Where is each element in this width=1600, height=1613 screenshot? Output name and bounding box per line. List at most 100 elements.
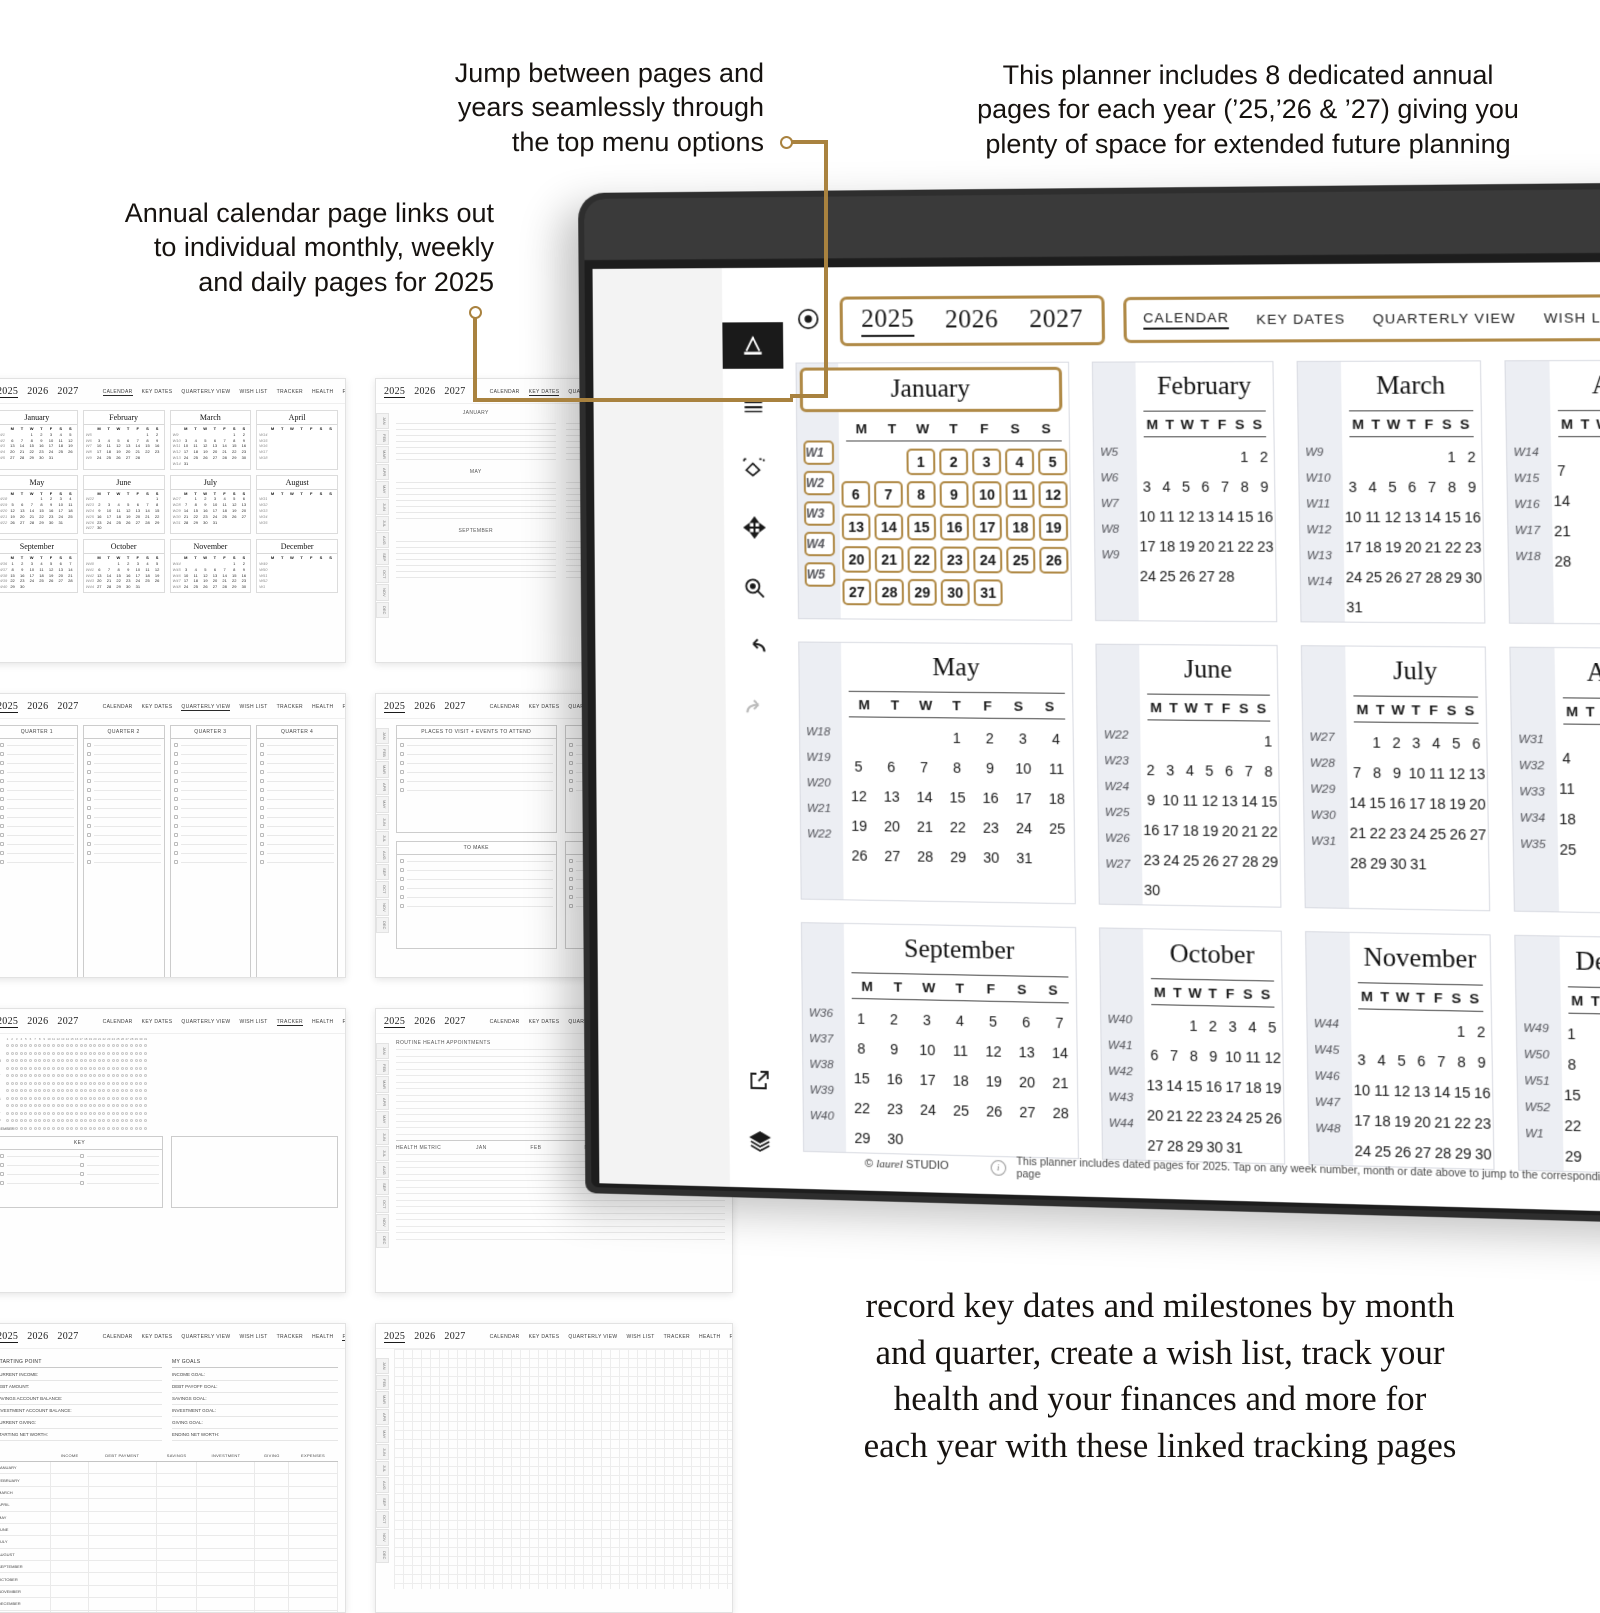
zoom-tool-icon[interactable] <box>732 565 779 612</box>
date-cell[interactable]: 21 <box>1165 1100 1185 1131</box>
finance-cell[interactable] <box>88 1523 157 1537</box>
week-number-W46[interactable]: W46 <box>1308 1063 1352 1090</box>
tracker-dot[interactable] <box>61 1089 65 1092</box>
finance-cell[interactable] <box>196 1486 256 1500</box>
date-cell[interactable]: 14 <box>1347 787 1367 817</box>
week-number-W4[interactable]: W4 <box>798 529 840 560</box>
month-tab-aug[interactable]: AUG <box>376 531 389 549</box>
week-number-W10[interactable]: W10 <box>1299 465 1343 491</box>
tracker-dot[interactable] <box>6 1074 9 1077</box>
week-number-W47[interactable]: W47 <box>1308 1089 1352 1116</box>
finance-cell[interactable] <box>196 1548 256 1562</box>
checkbox-icon[interactable] <box>173 824 178 828</box>
redo-tool-icon[interactable] <box>733 687 780 734</box>
checkbox-icon[interactable] <box>0 815 4 819</box>
checkbox-icon[interactable] <box>260 743 265 747</box>
tracker-dot[interactable] <box>65 1066 69 1070</box>
month-card-december[interactable]: W49W50W51W52W1DecemberMTWTFSS18152229 <box>1514 934 1600 1176</box>
eraser-tool-icon[interactable] <box>730 444 777 491</box>
date-cell[interactable]: 21 <box>1423 532 1443 562</box>
thumb3-menu-calendar[interactable]: CALENDAR <box>103 704 133 711</box>
date-cell[interactable]: 10 <box>1161 785 1181 815</box>
date-cell[interactable]: 29 <box>846 1122 879 1153</box>
date-cell[interactable]: 1 <box>904 446 937 479</box>
date-cell[interactable]: 31 <box>1008 842 1042 872</box>
date-cell[interactable]: 11 <box>1372 1075 1392 1106</box>
date-cell[interactable]: 14 <box>1164 1070 1184 1101</box>
month-card-july[interactable]: W27 W28 W29 W30 W31 July M T W T F S S 1 2 3 4 5 6 7 8 9 10 11 1… <box>1300 645 1491 912</box>
date-cell[interactable]: 11 <box>1243 1041 1263 1072</box>
date-cell[interactable]: 16 <box>1204 1071 1224 1102</box>
tracker-dot[interactable] <box>116 1051 120 1055</box>
week-number-W11[interactable]: W11 <box>1300 491 1344 517</box>
tracker-dot[interactable] <box>125 1096 129 1100</box>
month-tab-jan[interactable]: JAN <box>376 728 389 744</box>
thumb-menu-tracker[interactable]: TRACKER <box>277 389 303 396</box>
date-cell[interactable]: 5 <box>976 1006 1009 1037</box>
date-cell[interactable]: 27 <box>1468 819 1489 850</box>
date-cell[interactable]: 15 <box>845 1062 878 1093</box>
tracker-dot[interactable] <box>10 1119 14 1122</box>
writing-line[interactable] <box>396 518 556 519</box>
tracker-dot[interactable] <box>143 1066 147 1070</box>
tracker-dot[interactable] <box>33 1126 37 1130</box>
week-number-W22[interactable]: W22 <box>1097 722 1140 748</box>
finance-goal-field[interactable]: SAVINGS GOAL: <box>172 1396 338 1405</box>
week-number-W30[interactable]: W30 <box>1304 802 1348 829</box>
week-number-W35[interactable]: W35 <box>1514 831 1559 858</box>
tracker-dot[interactable] <box>111 1096 115 1100</box>
tracker-dot[interactable] <box>42 1066 46 1070</box>
date-cell[interactable]: 30 <box>975 842 1008 872</box>
tracker-dot[interactable] <box>47 1066 51 1070</box>
checkbox-icon[interactable] <box>400 895 404 899</box>
date-cell[interactable]: 23 <box>974 812 1007 842</box>
finance-cell[interactable] <box>288 1523 338 1537</box>
tracker-dot[interactable] <box>97 1096 101 1100</box>
tracker-dot[interactable] <box>51 1096 55 1100</box>
tracker-dot[interactable] <box>139 1089 143 1092</box>
finance-cell[interactable] <box>196 1523 256 1537</box>
tracker-dot[interactable] <box>102 1066 106 1070</box>
tracker-dot[interactable] <box>111 1119 115 1122</box>
week-number-W44[interactable]: W44 <box>1307 1010 1351 1037</box>
checkbox-icon[interactable] <box>260 824 265 828</box>
date-cell[interactable]: 19 <box>1200 815 1220 845</box>
tracker-dot[interactable] <box>88 1081 92 1085</box>
checkbox-icon[interactable] <box>400 904 404 908</box>
date-cell[interactable]: 19 <box>1263 1072 1283 1103</box>
date-cell[interactable]: 15 <box>1452 1076 1473 1107</box>
tracker-dot[interactable] <box>88 1089 92 1092</box>
checkbox-icon[interactable] <box>86 779 91 783</box>
checkbox-icon[interactable] <box>400 770 404 774</box>
tracker-dot[interactable] <box>28 1096 32 1100</box>
tracker-dot[interactable] <box>120 1096 124 1100</box>
tracker-dot[interactable] <box>79 1111 83 1115</box>
checklist-item[interactable] <box>86 824 161 828</box>
month-title-wrap[interactable]: January <box>799 366 1063 413</box>
tracker-dot[interactable] <box>88 1059 92 1062</box>
checklist-item[interactable] <box>173 860 248 864</box>
date-cell[interactable]: 6 <box>1466 728 1487 759</box>
date-cell[interactable]: 11 <box>1180 785 1200 815</box>
tracker-dot[interactable] <box>134 1074 138 1077</box>
checklist-item[interactable] <box>260 788 334 792</box>
tracker-dot[interactable] <box>97 1044 101 1047</box>
date-cell[interactable]: 29 <box>942 841 975 871</box>
thumb7-year-2025[interactable]: 2025 <box>0 1331 19 1343</box>
month-card-august[interactable]: W31W32W33W34W35AugustMTWTFSS4111825 <box>1509 646 1600 915</box>
checkbox-icon[interactable] <box>0 1163 4 1167</box>
date-cell[interactable]: 23 <box>1463 532 1483 562</box>
checklist-item[interactable] <box>0 788 74 792</box>
date-cell[interactable]: 2 <box>1203 1010 1223 1041</box>
finance-field[interactable]: CURRENT INCOME: <box>0 1372 162 1381</box>
date-cell[interactable]: 28 <box>1348 847 1368 878</box>
date-cell[interactable]: 7 <box>1215 471 1235 501</box>
tracker-dot[interactable] <box>15 1111 19 1115</box>
date-cell[interactable]: 5 <box>1446 728 1467 759</box>
date-cell[interactable]: 30 <box>1473 1138 1494 1169</box>
date-cell[interactable]: 1 <box>940 722 973 752</box>
date-cell[interactable]: 9 <box>1462 471 1482 501</box>
tracker-dot[interactable] <box>84 1104 88 1107</box>
date-cell[interactable]: 4 <box>1180 755 1200 785</box>
week-number-W1[interactable]: W1 <box>1518 1120 1563 1148</box>
